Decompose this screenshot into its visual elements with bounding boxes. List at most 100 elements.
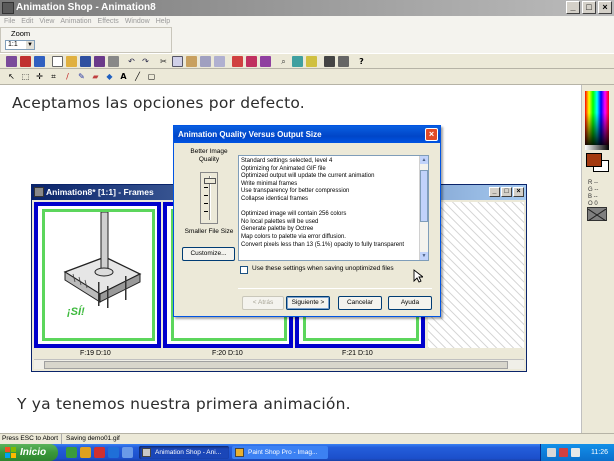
thumb-caption: ¡SÍ! (67, 306, 85, 318)
menu-help[interactable]: Help (156, 16, 170, 27)
view-animation-icon[interactable] (324, 56, 335, 67)
zoom-select[interactable]: 1:1 ▼ (5, 40, 35, 50)
menu-effects[interactable]: Effects (98, 16, 119, 27)
customize-button[interactable]: Customize... (182, 247, 235, 261)
email-icon[interactable] (122, 447, 133, 458)
toolbar-empty-area (172, 27, 614, 53)
slider-tick (204, 187, 208, 188)
view-frames-icon[interactable] (338, 56, 349, 67)
minimize-button[interactable]: _ (566, 1, 580, 14)
taskbar-item-animation-shop[interactable]: Animation Shop - Ani... (139, 446, 229, 459)
arrow-tool-icon[interactable]: ↖ (6, 71, 17, 82)
summary-line: No local palettes will be used (241, 218, 319, 225)
fill-tool-icon[interactable]: ◆ (104, 71, 115, 82)
next-button[interactable]: Siguiente > (286, 296, 330, 310)
task-label: Paint Shop Pro - Imag... (248, 449, 318, 456)
arrange-icon[interactable] (292, 56, 303, 67)
frames-horizontal-scrollbar[interactable] (34, 359, 524, 369)
help-icon[interactable]: ? (356, 56, 367, 67)
color-values: R -- G -- B -- O 0 (588, 180, 599, 207)
redo-icon[interactable]: ↷ (140, 56, 151, 67)
summary-vertical-scrollbar[interactable]: ▲ ▼ (419, 156, 428, 260)
zoom-value: 1:1 (8, 41, 18, 48)
frames-minimize-button[interactable]: _ (489, 187, 500, 197)
paste-icon[interactable] (186, 56, 197, 67)
paste-new-icon[interactable] (200, 56, 211, 67)
save-as-icon[interactable] (94, 56, 105, 67)
menu-edit[interactable]: Edit (21, 16, 33, 27)
start-button[interactable]: Inicio (0, 444, 58, 461)
cut-icon[interactable]: ✂ (158, 56, 169, 67)
frame-properties-icon[interactable] (260, 56, 271, 67)
insert-frames-icon[interactable] (232, 56, 243, 67)
paintbrush-tool-icon[interactable]: ✎ (76, 71, 87, 82)
frame-cell[interactable]: ¡SÍ! (34, 202, 161, 348)
status-bar: Press ESC to Abort Saving demo01.gif (0, 433, 614, 444)
scroll-up-icon[interactable]: ▲ (420, 156, 428, 164)
use-settings-checkbox[interactable] (240, 266, 248, 274)
maximize-button[interactable]: □ (582, 1, 596, 14)
foreground-color-swatch[interactable] (586, 153, 602, 167)
paste-after-icon[interactable] (214, 56, 225, 67)
delete-frames-icon[interactable] (246, 56, 257, 67)
close-button[interactable]: × (598, 1, 612, 14)
taskbar-item-paint-shop-pro[interactable]: Paint Shop Pro - Imag... (232, 446, 328, 459)
browser-icon[interactable] (108, 447, 119, 458)
dialog-title-bar: Animation Quality Versus Output Size × (174, 126, 440, 143)
crop-tool-icon[interactable]: ⌗ (48, 71, 59, 82)
media-player-icon[interactable] (94, 447, 105, 458)
main-window-title: Animation Shop - Animation8 (16, 2, 156, 13)
banner-wizard-icon[interactable] (20, 56, 31, 67)
summary-line: Optimized image will contain 256 colors (241, 211, 347, 218)
shape-tool-icon[interactable]: ▢ (146, 71, 157, 82)
frame-label: F:20 D:10 (212, 350, 243, 357)
print-icon[interactable] (108, 56, 119, 67)
zoom-icon[interactable]: ⌕ (278, 56, 289, 67)
system-tray: 11:26 (540, 444, 614, 461)
quality-slider[interactable] (200, 172, 218, 224)
replicate-icon[interactable] (306, 56, 317, 67)
tray-volume-icon[interactable] (571, 448, 580, 457)
open-icon[interactable] (66, 56, 77, 67)
caption-top: Aceptamos las opciones por defecto. (12, 94, 305, 112)
undo-icon[interactable]: ↶ (126, 56, 137, 67)
scrollbar-thumb[interactable] (44, 361, 508, 369)
cancel-button[interactable]: Cancelar (338, 296, 382, 310)
optimization-wizard-dialog: Animation Quality Versus Output Size × B… (173, 125, 441, 317)
animation-shop-icon (2, 2, 14, 14)
menu-view[interactable]: View (39, 16, 54, 27)
text-tool-icon[interactable]: A (118, 71, 129, 82)
save-icon[interactable] (80, 56, 91, 67)
scrollbar-thumb[interactable] (420, 170, 428, 222)
chevron-down-icon[interactable]: ▼ (26, 41, 34, 49)
frames-close-button[interactable]: × (513, 187, 524, 197)
transparency-swatch[interactable] (587, 207, 607, 222)
show-desktop-icon[interactable] (66, 447, 77, 458)
copy-icon[interactable] (172, 56, 183, 67)
select-tool-icon[interactable]: ⬚ (20, 71, 31, 82)
zoom-toolbar: Zoom 1:1 ▼ (0, 27, 172, 53)
grayscale-strip[interactable] (585, 145, 609, 150)
new-icon[interactable] (52, 56, 63, 67)
menu-window[interactable]: Window (125, 16, 150, 27)
tray-security-icon[interactable] (559, 448, 568, 457)
menu-file[interactable]: File (4, 16, 15, 27)
clock: 11:26 (591, 449, 608, 456)
wizard-icon[interactable] (6, 56, 17, 67)
explorer-icon[interactable] (80, 447, 91, 458)
eraser-tool-icon[interactable]: ▰ (90, 71, 101, 82)
line-tool-icon[interactable]: ╱ (132, 71, 143, 82)
mover-tool-icon[interactable]: ✛ (34, 71, 45, 82)
frame-image (63, 211, 142, 308)
menu-bar: File Edit View Animation Effects Window … (0, 16, 614, 27)
help-button[interactable]: Ayuda (388, 296, 432, 310)
slider-knob[interactable] (204, 178, 216, 184)
frames-maximize-button[interactable]: □ (501, 187, 512, 197)
menu-animation[interactable]: Animation (60, 16, 91, 27)
dropper-tool-icon[interactable]: / (62, 71, 73, 82)
dialog-close-button[interactable]: × (425, 128, 438, 141)
tray-network-icon[interactable] (547, 448, 556, 457)
optimize-icon[interactable] (34, 56, 45, 67)
scroll-down-icon[interactable]: ▼ (420, 252, 428, 260)
back-button[interactable]: < Atrás (242, 296, 284, 310)
